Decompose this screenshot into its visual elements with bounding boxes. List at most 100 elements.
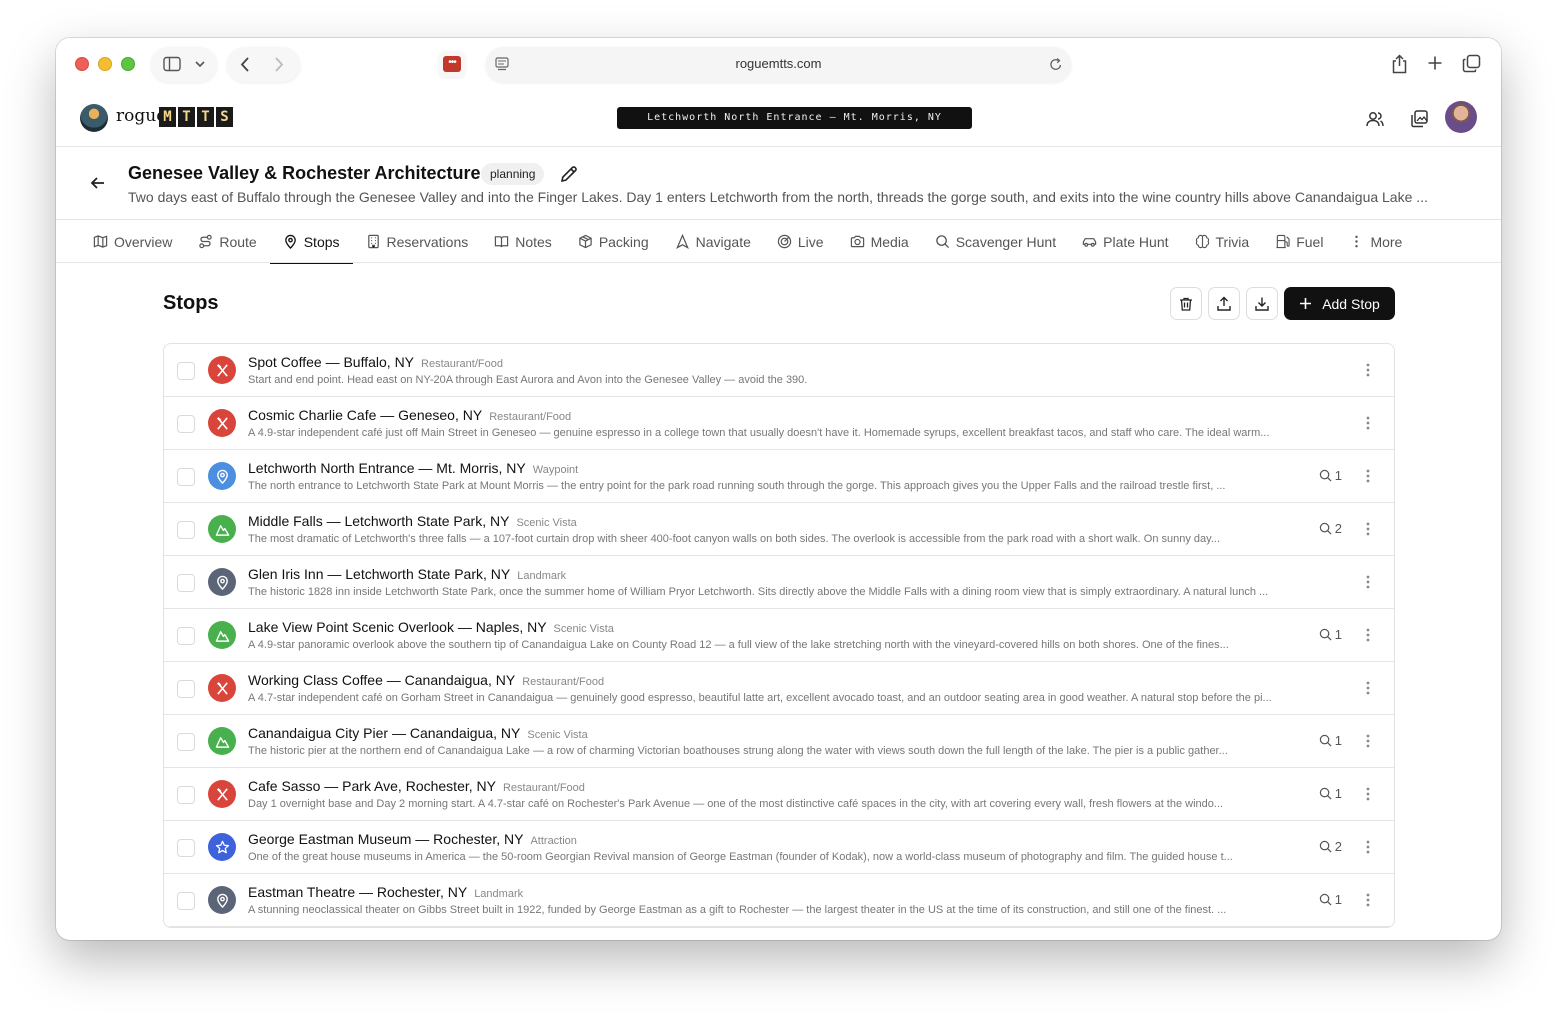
tab-stops[interactable]: Stops [269,220,353,264]
map-icon [93,235,108,248]
stop-checkbox[interactable] [177,468,195,486]
stop-name[interactable]: Letchworth North Entrance — Mt. Morris, … [248,460,578,476]
live-location-banner[interactable]: Letchworth North Entrance — Mt. Morris, … [617,107,972,129]
more-vertical-icon[interactable] [1362,679,1374,697]
delete-button[interactable] [1170,287,1202,320]
more-vertical-icon[interactable] [1362,838,1374,856]
tab-overview-icon[interactable] [1462,54,1481,73]
trip-description: Two days east of Buffalo through the Gen… [128,189,1428,205]
stop-checkbox[interactable] [177,574,195,592]
stop-checkbox[interactable] [177,839,195,857]
radar-icon [777,234,792,249]
stop-checkbox[interactable] [177,415,195,433]
more-vertical-icon[interactable] [1362,520,1374,538]
more-vertical-icon[interactable] [1362,732,1374,750]
more-vertical-icon[interactable] [1362,573,1374,591]
stop-description: The historic pier at the northern end of… [248,745,1228,757]
tab-reservations[interactable]: Reservations [353,220,482,263]
reload-icon[interactable] [1049,57,1063,72]
more-vertical-icon[interactable] [1362,891,1374,909]
more-vertical-icon[interactable] [1362,467,1374,485]
export-button[interactable] [1208,287,1240,320]
tab-media[interactable]: Media [837,220,922,263]
tab-more[interactable]: More [1336,220,1415,263]
stop-checkbox[interactable] [177,733,195,751]
gallery-icon[interactable] [1409,109,1429,129]
tab-notes[interactable]: Notes [481,220,565,263]
stop-name[interactable]: Eastman Theatre — Rochester, NY Landmark [248,884,523,900]
logo-image[interactable] [80,104,108,132]
stop-checkbox[interactable] [177,892,195,910]
forward-icon[interactable] [273,56,285,73]
stop-description: Day 1 overnight base and Day 2 morning s… [248,798,1224,810]
back-arrow-icon[interactable] [88,173,108,193]
stop-row[interactable]: Cosmic Charlie Cafe — Geneseo, NY Restaur… [164,397,1394,450]
more-vertical-icon[interactable] [1362,626,1374,644]
stop-row[interactable]: Cafe Sasso — Park Ave, Rochester, NY Rest… [164,768,1394,821]
share-icon[interactable] [1391,54,1408,74]
stop-name[interactable]: Glen Iris Inn — Letchworth State Park, N… [248,566,566,582]
address-bar[interactable]: roguemtts.com [486,47,1071,82]
tab-trivia[interactable]: Trivia [1182,220,1263,263]
tab-label: Scavenger Hunt [955,233,1057,250]
stop-name[interactable]: George Eastman Museum — Rochester, NY Att… [248,831,577,847]
stop-checkbox[interactable] [177,362,195,380]
stop-category: Restaurant/Food [502,782,585,794]
minimize-window-button[interactable] [98,57,112,71]
comment-count[interactable]: 2 [1319,839,1342,854]
stop-row[interactable]: Middle Falls — Letchworth State Park, NY… [164,503,1394,556]
stop-checkbox[interactable] [177,627,195,645]
users-icon[interactable] [1365,109,1385,129]
comment-count[interactable]: 1 [1319,627,1342,642]
stop-row[interactable]: Eastman Theatre — Rochester, NY Landmark A… [164,874,1394,927]
more-vertical-icon[interactable] [1362,785,1374,803]
stop-row[interactable]: George Eastman Museum — Rochester, NY Att… [164,821,1394,874]
stop-row[interactable]: Working Class Coffee — Canandaigua, NY Re… [164,662,1394,715]
add-stop-button[interactable]: Add Stop [1284,287,1395,320]
tab-fuel[interactable]: Fuel [1262,220,1336,263]
stop-checkbox[interactable] [177,786,195,804]
stop-description: The north entrance to Letchworth State P… [248,480,1226,492]
logo-blocks[interactable]: M T T S [159,107,233,127]
stop-name-text: Working Class Coffee — Canandaigua, NY [248,672,516,688]
comment-count[interactable]: 1 [1319,468,1342,483]
stop-name[interactable]: Canandaigua City Pier — Canandaigua, NY S… [248,725,588,741]
comment-count-value: 2 [1334,839,1342,854]
tab-packing[interactable]: Packing [565,220,662,263]
tab-scavenger-hunt[interactable]: Scavenger Hunt [922,220,1069,263]
stop-name[interactable]: Cosmic Charlie Cafe — Geneseo, NY Restaur… [248,407,571,423]
edit-pencil-icon[interactable] [559,164,579,184]
tab-plate-hunt[interactable]: Plate Hunt [1069,220,1181,263]
stop-checkbox[interactable] [177,521,195,539]
more-vertical-icon[interactable] [1362,414,1374,432]
tab-label: Plate Hunt [1103,233,1169,250]
back-icon[interactable] [239,56,251,73]
stop-name[interactable]: Middle Falls — Letchworth State Park, NY… [248,513,577,529]
user-avatar[interactable] [1445,101,1477,133]
tab-navigate[interactable]: Navigate [662,220,764,263]
tab-overview[interactable]: Overview [80,220,185,263]
stop-checkbox[interactable] [177,680,195,698]
password-extension-button[interactable]: ••• [439,51,465,77]
new-tab-icon[interactable] [1427,55,1443,71]
stop-name[interactable]: Spot Coffee — Buffalo, NY Restaurant/Food [248,354,503,370]
comment-count[interactable]: 1 [1319,786,1342,801]
tab-route[interactable]: Route [185,220,269,263]
stop-row[interactable]: Letchworth North Entrance — Mt. Morris, … [164,450,1394,503]
stop-row[interactable]: Spot Coffee — Buffalo, NY Restaurant/Food… [164,344,1394,397]
zoom-window-button[interactable] [121,57,135,71]
comment-count[interactable]: 1 [1319,892,1342,907]
stop-name[interactable]: Cafe Sasso — Park Ave, Rochester, NY Rest… [248,778,585,794]
stop-name[interactable]: Lake View Point Scenic Overlook — Naples… [248,619,614,635]
close-window-button[interactable] [75,57,89,71]
stop-name[interactable]: Working Class Coffee — Canandaigua, NY Re… [248,672,604,688]
stop-row[interactable]: Canandaigua City Pier — Canandaigua, NY S… [164,715,1394,768]
sidebar-toggle-button[interactable] [151,47,217,82]
comment-count[interactable]: 1 [1319,733,1342,748]
import-button[interactable] [1246,287,1278,320]
stop-row[interactable]: Glen Iris Inn — Letchworth State Park, N… [164,556,1394,609]
comment-count[interactable]: 2 [1319,521,1342,536]
tab-live[interactable]: Live [764,220,837,263]
stop-row[interactable]: Lake View Point Scenic Overlook — Naples… [164,609,1394,662]
more-vertical-icon[interactable] [1362,361,1374,379]
